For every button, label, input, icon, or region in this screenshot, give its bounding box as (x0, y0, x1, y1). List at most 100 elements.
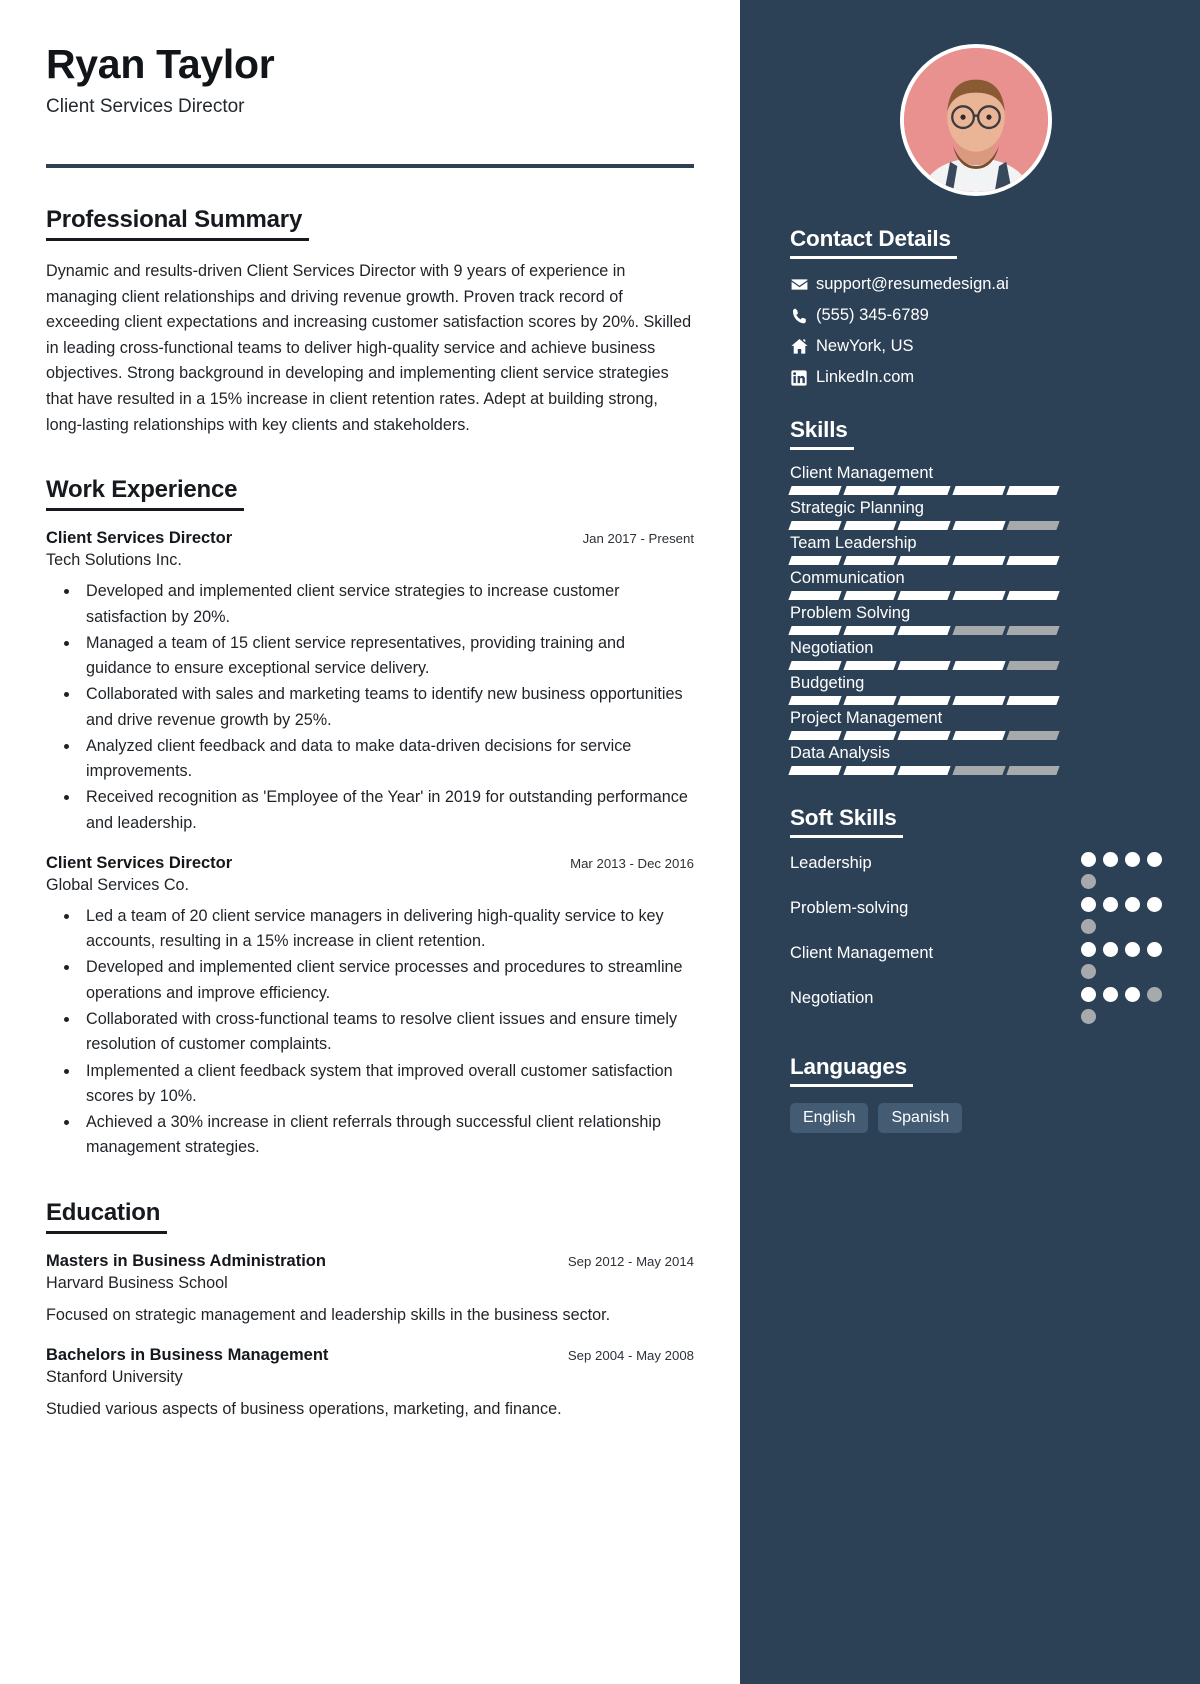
section-soft-skills: Soft Skills Leadership Problem-solving Cli… (790, 805, 1162, 1024)
skill-bar-segment (1006, 591, 1060, 600)
contact-row[interactable]: support@resumedesign.ai (790, 275, 1162, 294)
rating-dot (1103, 987, 1118, 1002)
rating-dot (1081, 919, 1096, 934)
work-entry: Client Services Director Jan 2017 - Prese… (46, 529, 694, 836)
education-entry-header: Bachelors in Business Management Sep 2004… (46, 1346, 694, 1365)
linkedin-icon (790, 369, 816, 387)
skill-bar-segment (842, 591, 896, 600)
skill-bar-segment (842, 556, 896, 565)
education-entry: Masters in Business Administration Sep 20… (46, 1252, 694, 1328)
rating-dot (1103, 942, 1118, 957)
rating-dot (1081, 874, 1096, 889)
skill-level-bar (788, 626, 1060, 635)
work-company: Global Services Co. (46, 875, 190, 894)
skill-bar-segment (788, 661, 842, 670)
language-pill: English (790, 1103, 869, 1133)
work-entry-header: Client Services Director Jan 2017 - Prese… (46, 529, 694, 548)
rating-dot (1125, 987, 1140, 1002)
skill-bar-segment (897, 556, 951, 565)
avatar-portrait-icon (904, 48, 1048, 192)
candidate-name: Ryan Taylor (46, 41, 275, 87)
soft-skill-row: Client Management (790, 942, 1162, 979)
skill-bar-segment (897, 486, 951, 495)
section-heading-languages: Languages (790, 1054, 913, 1087)
work-bullet-item: Developed and implemented client service… (80, 579, 694, 630)
skill-bar-segment (788, 591, 842, 600)
skill-bar-segment (842, 486, 896, 495)
work-bullet-item: Achieved a 30% increase in client referr… (80, 1110, 694, 1161)
skill-bar-segment (952, 696, 1006, 705)
section-heading-skills: Skills (790, 417, 854, 450)
rating-dot (1081, 942, 1096, 957)
soft-skill-rating (1081, 987, 1162, 1024)
skill-bar-segment (897, 696, 951, 705)
education-date-range: Sep 2004 - May 2008 (567, 1347, 694, 1363)
work-date-range: Jan 2017 - Present (582, 531, 694, 547)
rating-dot (1081, 987, 1096, 1002)
skill-bar-segment (897, 661, 951, 670)
language-pill: Spanish (878, 1103, 963, 1133)
soft-skill-rating (1081, 897, 1162, 934)
education-entry-header: Masters in Business Administration Sep 20… (46, 1252, 694, 1271)
rating-dot (1081, 852, 1096, 867)
skill-bar-segment (897, 521, 951, 530)
soft-skill-label: Leadership (790, 854, 872, 872)
work-date-range: Mar 2013 - Dec 2016 (570, 855, 694, 871)
work-entry-header: Client Services Director Mar 2013 - Dec 2… (46, 854, 694, 873)
skill-bar-segment (788, 556, 842, 565)
skill-level-bar (788, 731, 1060, 740)
work-bullet-item: Analyzed client feedback and data to mak… (80, 734, 694, 785)
skill-bar-segment (952, 486, 1006, 495)
skill-label: Problem Solving (790, 604, 911, 622)
contact-row[interactable]: NewYork, US (790, 337, 1162, 356)
education-entry-list: Masters in Business Administration Sep 20… (46, 1252, 694, 1422)
contact-row[interactable]: (555) 345-6789 (790, 306, 1162, 325)
work-bullet-item: Collaborated with sales and marketing te… (80, 682, 694, 733)
soft-skill-row: Problem-solving (790, 897, 1162, 934)
candidate-role: Client Services Director (46, 96, 245, 118)
section-education: Education Masters in Business Administra… (46, 1199, 694, 1422)
skill-item: Problem Solving (788, 604, 1162, 635)
skill-item: Communication (788, 569, 1162, 600)
skill-label: Client Management (790, 464, 934, 482)
header-divider (46, 164, 694, 169)
skill-item: Negotiation (788, 639, 1162, 670)
main-column: Ryan Taylor Client Services Director Pro… (0, 0, 740, 1684)
skill-label: Data Analysis (790, 744, 890, 762)
work-bullet-item: Developed and implemented client service… (80, 955, 694, 1006)
skill-level-bar (788, 766, 1060, 775)
rating-dot (1081, 1009, 1096, 1024)
education-description: Focused on strategic management and lead… (46, 1305, 611, 1324)
skill-bar-segment (897, 591, 951, 600)
work-bullet-item: Led a team of 20 client service managers… (80, 904, 694, 955)
skill-bar-segment (952, 731, 1006, 740)
soft-skill-row: Negotiation (790, 987, 1162, 1024)
skill-bar-segment (952, 556, 1006, 565)
skill-level-bar (788, 486, 1060, 495)
rating-dot (1081, 897, 1096, 912)
skill-bar-segment (788, 521, 842, 530)
skill-item: Strategic Planning (788, 499, 1162, 530)
sidebar: Contact Details support@resumedesign.ai (… (740, 0, 1200, 1684)
phone-icon (790, 307, 816, 325)
skill-label: Negotiation (790, 639, 874, 657)
skill-bar-segment (842, 696, 896, 705)
contact-row[interactable]: LinkedIn.com (790, 368, 1162, 387)
section-languages: Languages English Spanish (790, 1054, 1162, 1133)
work-bullet-item: Received recognition as 'Employee of the… (80, 785, 694, 836)
skill-bar-segment (897, 766, 951, 775)
section-contact-details: Contact Details support@resumedesign.ai (… (790, 226, 1162, 387)
skill-bar-segment (788, 766, 842, 775)
skill-bar-segment (952, 521, 1006, 530)
section-heading-contact: Contact Details (790, 226, 957, 259)
education-entry: Bachelors in Business Management Sep 2004… (46, 1346, 694, 1422)
soft-skill-list: Leadership Problem-solving Client Manageme… (790, 852, 1162, 1024)
section-work-experience: Work Experience Client Services Director… (46, 476, 694, 1160)
skill-bar-segment (788, 696, 842, 705)
skill-item: Client Management (788, 464, 1162, 495)
contact-value: LinkedIn.com (816, 368, 915, 386)
skill-level-bar (788, 591, 1060, 600)
skill-level-bar (788, 696, 1060, 705)
contact-value: (555) 345-6789 (816, 306, 929, 324)
skill-bar-segment (842, 731, 896, 740)
